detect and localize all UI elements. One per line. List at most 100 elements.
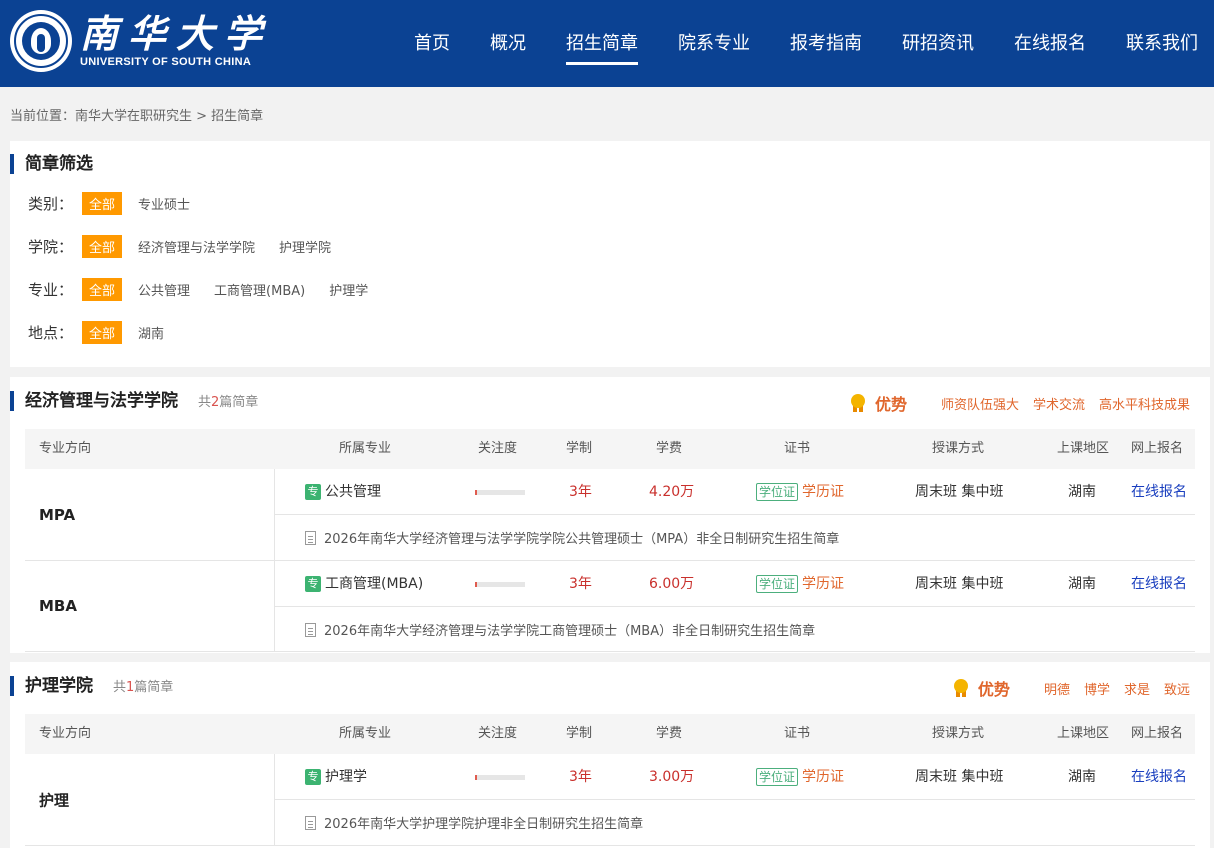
nav-contact[interactable]: 联系我们 (1126, 0, 1198, 87)
filter-option[interactable]: 专业硕士 (138, 194, 190, 213)
filter-row-location: 地点： 全部 湖南 (28, 320, 188, 344)
nav-home[interactable]: 首页 (414, 0, 450, 87)
col-years: 学制 (566, 441, 593, 456)
apply-link[interactable]: 在线报名 (1131, 561, 1187, 607)
filter-option[interactable]: 护理学 (329, 280, 368, 299)
college-count: 共1篇简章 (113, 680, 174, 695)
professional-tag-icon: 专 (305, 769, 321, 785)
nav-apply[interactable]: 在线报名 (1014, 0, 1086, 87)
col-apply: 网上报名 (1131, 441, 1184, 456)
nav-overview[interactable]: 概况 (490, 0, 526, 87)
direction-cell: MPA (25, 469, 275, 560)
attention-fill (475, 490, 477, 495)
university-logo-icon[interactable] (10, 10, 72, 72)
brochure-link[interactable]: 2026年南华大学经济管理与法学学院学院公共管理硕士（MPA）非全日制研究生招生… (275, 515, 1195, 560)
advantage-item: 博学 (1083, 682, 1110, 698)
filter-panel: 简章筛选 类别： 全部 专业硕士 学院： 全部 经济管理与法学学院 护理学院 专… (10, 141, 1210, 367)
professional-tag-icon: 专 (305, 576, 321, 592)
nav-brochure[interactable]: 招生简章 (566, 0, 638, 87)
attention-fill (475, 775, 477, 780)
col-major: 所属专业 (339, 441, 392, 456)
filter-row-category: 类别： 全部 专业硕士 (28, 191, 214, 215)
major-cell[interactable]: 专公共管理 (305, 469, 381, 515)
col-apply: 网上报名 (1131, 726, 1184, 741)
nav-news[interactable]: 研招资讯 (902, 0, 974, 87)
filter-label: 专业： (28, 280, 74, 299)
cert-cell: 学位证 学历证 (756, 561, 844, 607)
table-row: 护理 专护理学 3年 3.00万 学位证 学历证 周末班 集中班 湖南 在线报名 … (25, 754, 1195, 846)
document-icon (305, 530, 316, 545)
filter-option[interactable]: 经济管理与法学学院 (138, 237, 255, 256)
filter-label: 学院： (28, 237, 74, 256)
col-fee: 学费 (656, 441, 683, 456)
region-cell: 湖南 (1068, 576, 1096, 592)
col-attention: 关注度 (478, 726, 518, 741)
apply-link[interactable]: 在线报名 (1131, 754, 1187, 800)
medal-icon (953, 679, 968, 697)
years-cell: 3年 (569, 576, 592, 592)
col-attention: 关注度 (478, 441, 518, 456)
attention-bar (475, 490, 525, 495)
filter-option[interactable]: 全部 (82, 277, 123, 301)
col-direction: 专业方向 (39, 726, 92, 741)
advantage-item: 致远 (1163, 682, 1190, 698)
filter-option[interactable]: 护理学院 (279, 237, 331, 256)
apply-link[interactable]: 在线报名 (1131, 469, 1187, 515)
mode-cell: 周末班 集中班 (915, 576, 1004, 592)
nav-departments[interactable]: 院系专业 (678, 0, 750, 87)
col-fee: 学费 (656, 726, 683, 741)
major-cell[interactable]: 专护理学 (305, 754, 367, 800)
filter-option[interactable]: 公共管理 (138, 280, 190, 299)
college-title: 护理学院 共1篇简章 (10, 676, 173, 696)
college-section: 经济管理与法学学院 共2篇简章 优势 师资队伍强大 学术交流 高水平科技成果 专… (10, 377, 1210, 653)
filter-option[interactable]: 全部 (82, 191, 123, 215)
brand-name-en: UNIVERSITY OF SOUTH CHINA (80, 56, 252, 68)
college-count: 共2篇简章 (198, 395, 259, 410)
professional-tag-icon: 专 (305, 484, 321, 500)
breadcrumb: 当前位置：南华大学在职研究生 > 招生简章 (10, 109, 264, 124)
table-header: 专业方向 所属专业 关注度 学制 学费 证书 授课方式 上课地区 网上报名 (25, 714, 1195, 754)
brochure-link[interactable]: 2026年南华大学护理学院护理非全日制研究生招生简章 (275, 800, 1195, 845)
cert-cell: 学位证 学历证 (756, 469, 844, 515)
college-title: 经济管理与法学学院 共2篇简章 (10, 391, 258, 411)
main-nav: 首页 概况 招生简章 院系专业 报考指南 研招资讯 在线报名 联系我们 (374, 0, 1198, 87)
col-cert: 证书 (784, 441, 811, 456)
row-main: 专护理学 3年 3.00万 学位证 学历证 周末班 集中班 湖南 在线报名 (275, 754, 1195, 800)
filter-option[interactable]: 湖南 (138, 323, 164, 342)
advantage-item: 师资队伍强大 (940, 397, 1019, 413)
filter-row-major: 专业： 全部 公共管理 工商管理(MBA) 护理学 (28, 277, 392, 301)
mode-cell: 周末班 集中班 (915, 769, 1004, 785)
filter-option[interactable]: 工商管理(MBA) (214, 280, 305, 299)
brand-name-cn: 南华大学 (80, 11, 273, 56)
document-icon (305, 622, 316, 637)
filter-label: 地点： (28, 323, 74, 342)
direction-cell: MBA (25, 561, 275, 651)
attention-bar (475, 775, 525, 780)
major-cell[interactable]: 专工商管理(MBA) (305, 561, 423, 607)
fee-cell: 6.00万 (649, 576, 695, 592)
college-section: 护理学院 共1篇简章 优势 明德 博学 求是 致远 专业方向 所属专业 关注度 … (10, 662, 1210, 848)
advantage-title: 优势 (874, 395, 907, 414)
advantage-title: 优势 (977, 680, 1010, 699)
brochure-link[interactable]: 2026年南华大学经济管理与法学学院工商管理硕士（MBA）非全日制研究生招生简章 (275, 607, 1195, 652)
filter-option[interactable]: 全部 (82, 320, 123, 344)
advantage-item: 学术交流 (1032, 397, 1085, 413)
col-region: 上课地区 (1057, 726, 1110, 741)
col-mode: 授课方式 (932, 726, 985, 741)
filter-row-college: 学院： 全部 经济管理与法学学院 护理学院 (28, 234, 355, 258)
document-icon (305, 815, 316, 830)
direction-cell: 护理 (25, 754, 275, 845)
nav-guide[interactable]: 报考指南 (790, 0, 862, 87)
region-cell: 湖南 (1068, 484, 1096, 500)
col-direction: 专业方向 (39, 441, 92, 456)
site-header: 南华大学 UNIVERSITY OF SOUTH CHINA 首页 概况 招生简… (0, 0, 1214, 87)
table-row: MPA 专公共管理 3年 4.20万 学位证 学历证 周末班 集中班 湖南 在线报… (25, 469, 1195, 561)
col-major: 所属专业 (339, 726, 392, 741)
filter-option[interactable]: 全部 (82, 234, 123, 258)
row-main: 专公共管理 3年 4.20万 学位证 学历证 周末班 集中班 湖南 在线报名 (275, 469, 1195, 515)
cert-cell: 学位证 学历证 (756, 754, 844, 800)
col-years: 学制 (566, 726, 593, 741)
col-mode: 授课方式 (932, 441, 985, 456)
advantage-item: 明德 (1043, 682, 1070, 698)
table-row: MBA 专工商管理(MBA) 3年 6.00万 学位证 学历证 周末班 集中班 湖… (25, 561, 1195, 652)
